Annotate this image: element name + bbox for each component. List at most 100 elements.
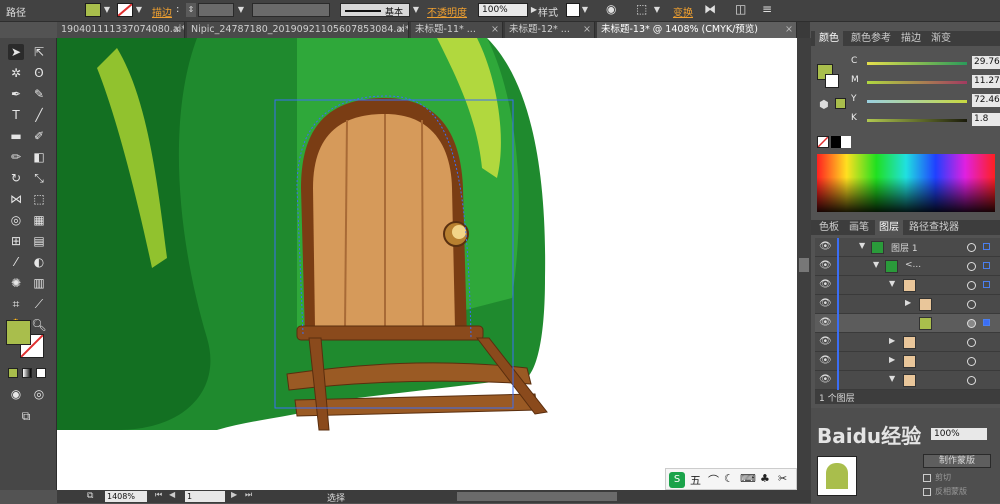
cyan-track[interactable]: [867, 62, 967, 65]
chevron-down-icon[interactable]: ▼: [580, 3, 590, 17]
flip-icon[interactable]: ⧓: [704, 2, 716, 16]
layer-name[interactable]: <...: [905, 260, 921, 270]
layer-row[interactable]: 👁︎ ▼: [815, 371, 1000, 390]
magenta-slider-row[interactable]: M 11.27: [851, 75, 1000, 89]
free-transform-tool-icon[interactable]: ⬚: [31, 191, 47, 207]
eye-icon[interactable]: 👁︎: [819, 260, 832, 271]
layer-row[interactable]: 👁︎ ▼ <...: [815, 257, 1000, 276]
stroke-label[interactable]: 描边: [152, 4, 172, 19]
brush-style-dropdown[interactable]: 基本: [340, 3, 410, 18]
tab-gradient[interactable]: 渐变: [927, 31, 955, 46]
tab-swatches[interactable]: 色板: [815, 220, 843, 235]
scrollbar-thumb[interactable]: [799, 258, 809, 272]
none-swatch[interactable]: [817, 136, 829, 148]
scale-tool-icon[interactable]: ⤡: [31, 170, 47, 186]
last-artboard-icon[interactable]: ⏭: [245, 490, 252, 500]
black-value[interactable]: 1.8: [972, 113, 1000, 126]
selection-indicator[interactable]: [983, 243, 990, 250]
target-icon[interactable]: [967, 281, 976, 290]
target-icon[interactable]: [967, 243, 976, 252]
artboard-canvas[interactable]: S 五 ⌒ ☾ ⌨ ♣ ✂: [57, 38, 797, 490]
eye-icon[interactable]: 👁︎: [819, 355, 832, 366]
invert-mask-checkbox[interactable]: [923, 488, 931, 496]
black-track[interactable]: [867, 119, 967, 122]
yellow-value[interactable]: 72.46: [972, 94, 1000, 107]
close-icon[interactable]: ×: [491, 22, 499, 38]
selection-indicator[interactable]: [983, 319, 990, 326]
lasso-tool-icon[interactable]: ʘ: [31, 65, 47, 81]
input-method-logo-icon[interactable]: S: [669, 472, 685, 488]
transform-label[interactable]: 变换: [673, 4, 693, 19]
tab-pathfinder[interactable]: 路径查找器: [905, 220, 963, 235]
eye-icon[interactable]: 👁︎: [819, 279, 832, 290]
punctuation-icon[interactable]: ⌒: [708, 472, 719, 488]
magenta-track[interactable]: [867, 81, 967, 84]
chevron-down-icon[interactable]: ▼: [859, 241, 865, 250]
stroke-weight-dropdown[interactable]: [198, 3, 234, 17]
chevron-right-icon[interactable]: ▶: [889, 355, 895, 364]
gradient-tool-icon[interactable]: ▤: [31, 233, 47, 249]
ime-mode-label[interactable]: 五: [690, 472, 701, 488]
chevron-down-icon[interactable]: ▼: [411, 3, 421, 17]
vertical-scrollbar[interactable]: [797, 38, 811, 490]
eraser-tool-icon[interactable]: ◧: [31, 149, 47, 165]
chevron-down-icon[interactable]: ▼: [102, 3, 112, 17]
stroke-color-box[interactable]: [825, 74, 839, 88]
eye-icon[interactable]: 👁︎: [819, 298, 832, 309]
layer-row[interactable]: 👁︎ ▶: [815, 352, 1000, 371]
target-icon[interactable]: [967, 357, 976, 366]
pencil-tool-icon[interactable]: ✏: [8, 149, 24, 165]
opacity-label[interactable]: 不透明度: [427, 4, 467, 19]
chevron-right-icon[interactable]: ▶: [905, 298, 911, 307]
eye-icon[interactable]: 👁︎: [819, 336, 832, 347]
document-tab-active[interactable]: 未标题-13* @ 1408% (CMYK/预览) ×: [597, 22, 797, 38]
previous-artboard-icon[interactable]: ◀: [169, 490, 175, 499]
magenta-value[interactable]: 11.27: [972, 75, 1000, 88]
chevron-down-icon[interactable]: ▼: [236, 3, 246, 17]
magic-wand-tool-icon[interactable]: ✲: [8, 65, 24, 81]
target-icon[interactable]: [967, 376, 976, 385]
align-icon[interactable]: ⬚: [636, 2, 647, 16]
close-icon[interactable]: ×: [583, 22, 591, 38]
fill-swatch[interactable]: [85, 3, 101, 17]
slice-tool-icon[interactable]: ⟋: [31, 296, 47, 312]
stroke-weight-stepper[interactable]: ⇕: [186, 3, 196, 17]
eyedropper-tool-icon[interactable]: ⁄: [8, 254, 24, 270]
tab-stroke[interactable]: 描边: [897, 31, 925, 46]
ime-toolbar[interactable]: S 五 ⌒ ☾ ⌨ ♣ ✂: [665, 468, 797, 490]
chevron-down-icon[interactable]: ▼: [873, 260, 879, 269]
selection-indicator[interactable]: [983, 262, 990, 269]
perspective-grid-tool-icon[interactable]: ▦: [31, 212, 47, 228]
eye-icon[interactable]: 👁︎: [819, 241, 832, 252]
gradient-mode-button[interactable]: [22, 368, 32, 378]
tab-color-guide[interactable]: 颜色参考: [847, 31, 895, 46]
gamut-swatch[interactable]: [835, 98, 846, 109]
column-graph-tool-icon[interactable]: ▥: [31, 275, 47, 291]
chevron-down-icon[interactable]: ▼: [134, 3, 144, 17]
target-icon[interactable]: [967, 338, 976, 347]
layer-row[interactable]: 👁︎ ▶: [815, 333, 1000, 352]
cyan-slider-row[interactable]: C 29.76: [851, 56, 1000, 70]
recolor-icon[interactable]: ◉: [606, 2, 616, 16]
panel-menu-icon[interactable]: ≡: [762, 2, 772, 16]
target-icon[interactable]: [967, 262, 976, 271]
direct-selection-tool-icon[interactable]: ⇱: [31, 44, 47, 60]
layer-row[interactable]: 👁︎ ▶: [815, 295, 1000, 314]
paintbrush-tool-icon[interactable]: ✐: [31, 128, 47, 144]
layer-row-selected[interactable]: 👁︎: [815, 314, 1000, 333]
color-spectrum[interactable]: [817, 154, 995, 212]
zoom-dropdown-icon[interactable]: ⧉: [87, 491, 93, 501]
draw-behind-icon[interactable]: ◎: [31, 386, 47, 402]
selection-tool-icon[interactable]: ➤: [8, 44, 24, 60]
mesh-tool-icon[interactable]: ⊞: [8, 233, 24, 249]
tab-brushes[interactable]: 画笔: [845, 220, 873, 235]
black-slider-row[interactable]: K 1.8: [851, 113, 1000, 127]
document-tab[interactable]: Nipic_24787180_20190921105607853084.ai* …: [187, 22, 409, 38]
none-mode-button[interactable]: [36, 368, 46, 378]
curvature-tool-icon[interactable]: ✎: [31, 86, 47, 102]
close-icon[interactable]: ×: [173, 22, 181, 38]
close-icon[interactable]: ×: [785, 22, 793, 38]
eye-icon[interactable]: 👁︎: [819, 374, 832, 385]
color-mode-button[interactable]: [8, 368, 18, 378]
transparency-opacity-field[interactable]: 100%: [931, 428, 987, 440]
